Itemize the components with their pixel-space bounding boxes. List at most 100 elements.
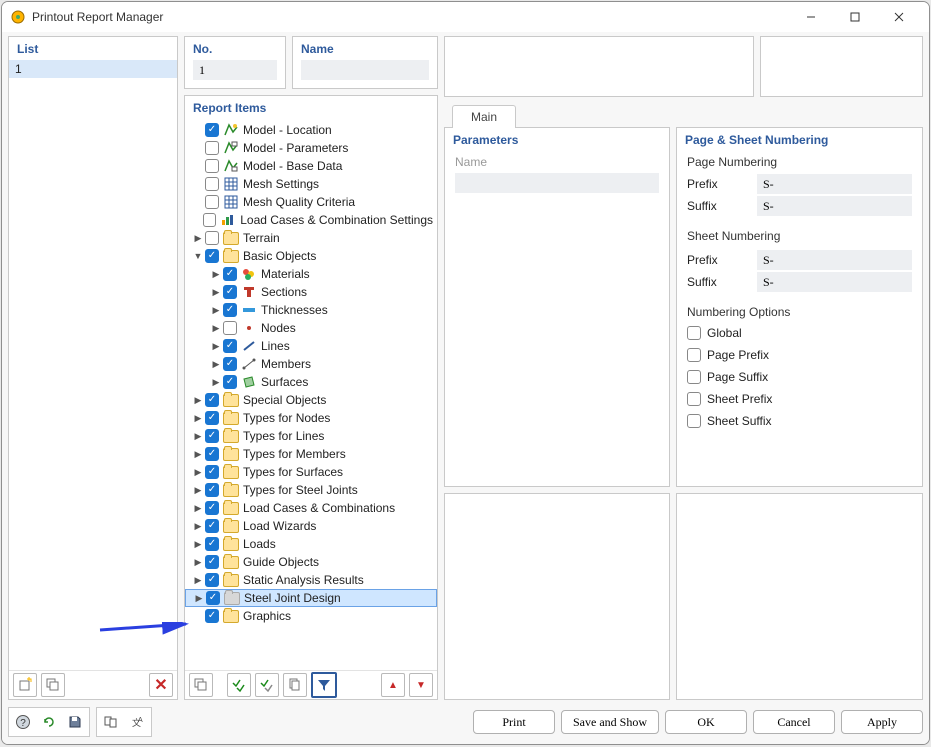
tree-row[interactable]: ▶Steel Joint Design [185,589,437,607]
tree-row[interactable]: ▶Members [185,355,437,373]
check-all-button[interactable] [227,673,251,697]
tree-caret[interactable]: ▶ [191,431,205,442]
sheet-prefix-field[interactable] [757,250,912,270]
tree-row[interactable]: Graphics [185,607,437,625]
tree-caret[interactable]: ▶ [191,233,205,244]
opt-global[interactable]: Global [687,323,912,343]
delete-item-button[interactable]: ✕ [149,673,173,697]
tree-caret[interactable]: ▶ [191,485,205,496]
no-field[interactable] [193,60,277,80]
ok-button[interactable]: OK [665,710,747,734]
list-item[interactable]: 1 [9,60,177,78]
tree-row[interactable]: Model - Parameters [185,139,437,157]
tree-checkbox[interactable] [205,555,219,569]
tree-checkbox[interactable] [206,591,220,605]
tree-checkbox[interactable] [223,267,237,281]
tree-row[interactable]: ▶Types for Members [185,445,437,463]
tree-checkbox[interactable] [223,285,237,299]
duplicate-button[interactable] [283,673,307,697]
page-prefix-field[interactable] [757,174,912,194]
tree-row[interactable]: ▶Sections [185,283,437,301]
print-button[interactable]: Print [473,710,555,734]
tree-checkbox[interactable] [205,465,219,479]
tree-caret[interactable]: ▶ [191,557,205,568]
tab-main[interactable]: Main [452,105,516,128]
tree-caret[interactable]: ▶ [209,341,223,352]
tree-checkbox[interactable] [205,141,219,155]
opt-sheet-prefix[interactable]: Sheet Prefix [687,389,912,409]
tree-row[interactable]: ▶Types for Steel Joints [185,481,437,499]
tree-row[interactable]: ▶Types for Surfaces [185,463,437,481]
help-button[interactable]: ? [11,710,35,734]
tree-row[interactable]: Model - Location [185,121,437,139]
tree-caret[interactable]: ▶ [191,395,205,406]
tree-row[interactable]: ▼Basic Objects [185,247,437,265]
tree-copy-button[interactable] [189,673,213,697]
tree-checkbox[interactable] [223,303,237,317]
list-body[interactable]: 1 [9,60,177,670]
tree-caret[interactable]: ▶ [192,593,206,604]
tree-caret[interactable]: ▶ [191,539,205,550]
tree-caret[interactable]: ▶ [191,521,205,532]
tree-row[interactable]: ▶Types for Nodes [185,409,437,427]
tree-checkbox[interactable] [205,177,219,191]
cancel-button[interactable]: Cancel [753,710,835,734]
save-button[interactable] [63,710,87,734]
minimize-button[interactable] [789,2,833,32]
tree-caret[interactable]: ▶ [191,467,205,478]
tree-row[interactable]: ▶Surfaces [185,373,437,391]
tree-row[interactable]: ▶Types for Lines [185,427,437,445]
tree-caret[interactable]: ▶ [209,377,223,388]
tree-checkbox[interactable] [223,321,237,335]
tree-caret[interactable]: ▶ [209,287,223,298]
tree-caret[interactable]: ▶ [191,503,205,514]
tree-checkbox[interactable] [205,573,219,587]
settings-pages-button[interactable] [99,710,123,734]
opt-sheet-suffix[interactable]: Sheet Suffix [687,411,912,431]
refresh-button[interactable] [37,710,61,734]
tree-row[interactable]: ▶Load Cases & Combinations [185,499,437,517]
tree-row[interactable]: Load Cases & Combination Settings [185,211,437,229]
tree-checkbox[interactable] [205,195,219,209]
uncheck-all-button[interactable] [255,673,279,697]
tree-checkbox[interactable] [205,447,219,461]
tree-row[interactable]: ▶Static Analysis Results [185,571,437,589]
copy-item-button[interactable] [41,673,65,697]
tree-row[interactable]: ▶Special Objects [185,391,437,409]
tree-row[interactable]: ▶Materials [185,265,437,283]
save-and-show-button[interactable]: Save and Show [561,710,659,734]
tree-checkbox[interactable] [203,213,216,227]
tree-row[interactable]: Model - Base Data [185,157,437,175]
tree-checkbox[interactable] [205,123,219,137]
new-item-button[interactable] [13,673,37,697]
tree-row[interactable]: ▶Lines [185,337,437,355]
tree-caret[interactable]: ▼ [191,251,205,261]
tree-checkbox[interactable] [205,519,219,533]
filter-button[interactable] [311,672,337,698]
tree-caret[interactable]: ▶ [191,575,205,586]
tree-checkbox[interactable] [205,609,219,623]
tree-row[interactable]: ▶Loads [185,535,437,553]
tree-row[interactable]: ▶Guide Objects [185,553,437,571]
tree-row[interactable]: ▶Terrain [185,229,437,247]
tree-row[interactable]: Mesh Settings [185,175,437,193]
move-down-button[interactable]: ▼ [409,673,433,697]
tree-checkbox[interactable] [205,483,219,497]
tree-checkbox[interactable] [205,501,219,515]
report-items-tree[interactable]: Model - LocationModel - ParametersModel … [185,119,437,670]
tree-caret[interactable]: ▶ [191,413,205,424]
tree-caret[interactable]: ▶ [209,269,223,280]
tree-caret[interactable]: ▶ [191,449,205,460]
tree-checkbox[interactable] [205,429,219,443]
tree-checkbox[interactable] [205,393,219,407]
tree-caret[interactable]: ▶ [209,305,223,316]
name-field[interactable] [301,60,429,80]
maximize-button[interactable] [833,2,877,32]
tree-row[interactable]: ▶Nodes [185,319,437,337]
tree-checkbox[interactable] [205,249,219,263]
tree-checkbox[interactable] [223,357,237,371]
tree-checkbox[interactable] [205,231,219,245]
move-up-button[interactable]: ▲ [381,673,405,697]
language-button[interactable]: 文A [125,710,149,734]
tree-caret[interactable]: ▶ [209,359,223,370]
